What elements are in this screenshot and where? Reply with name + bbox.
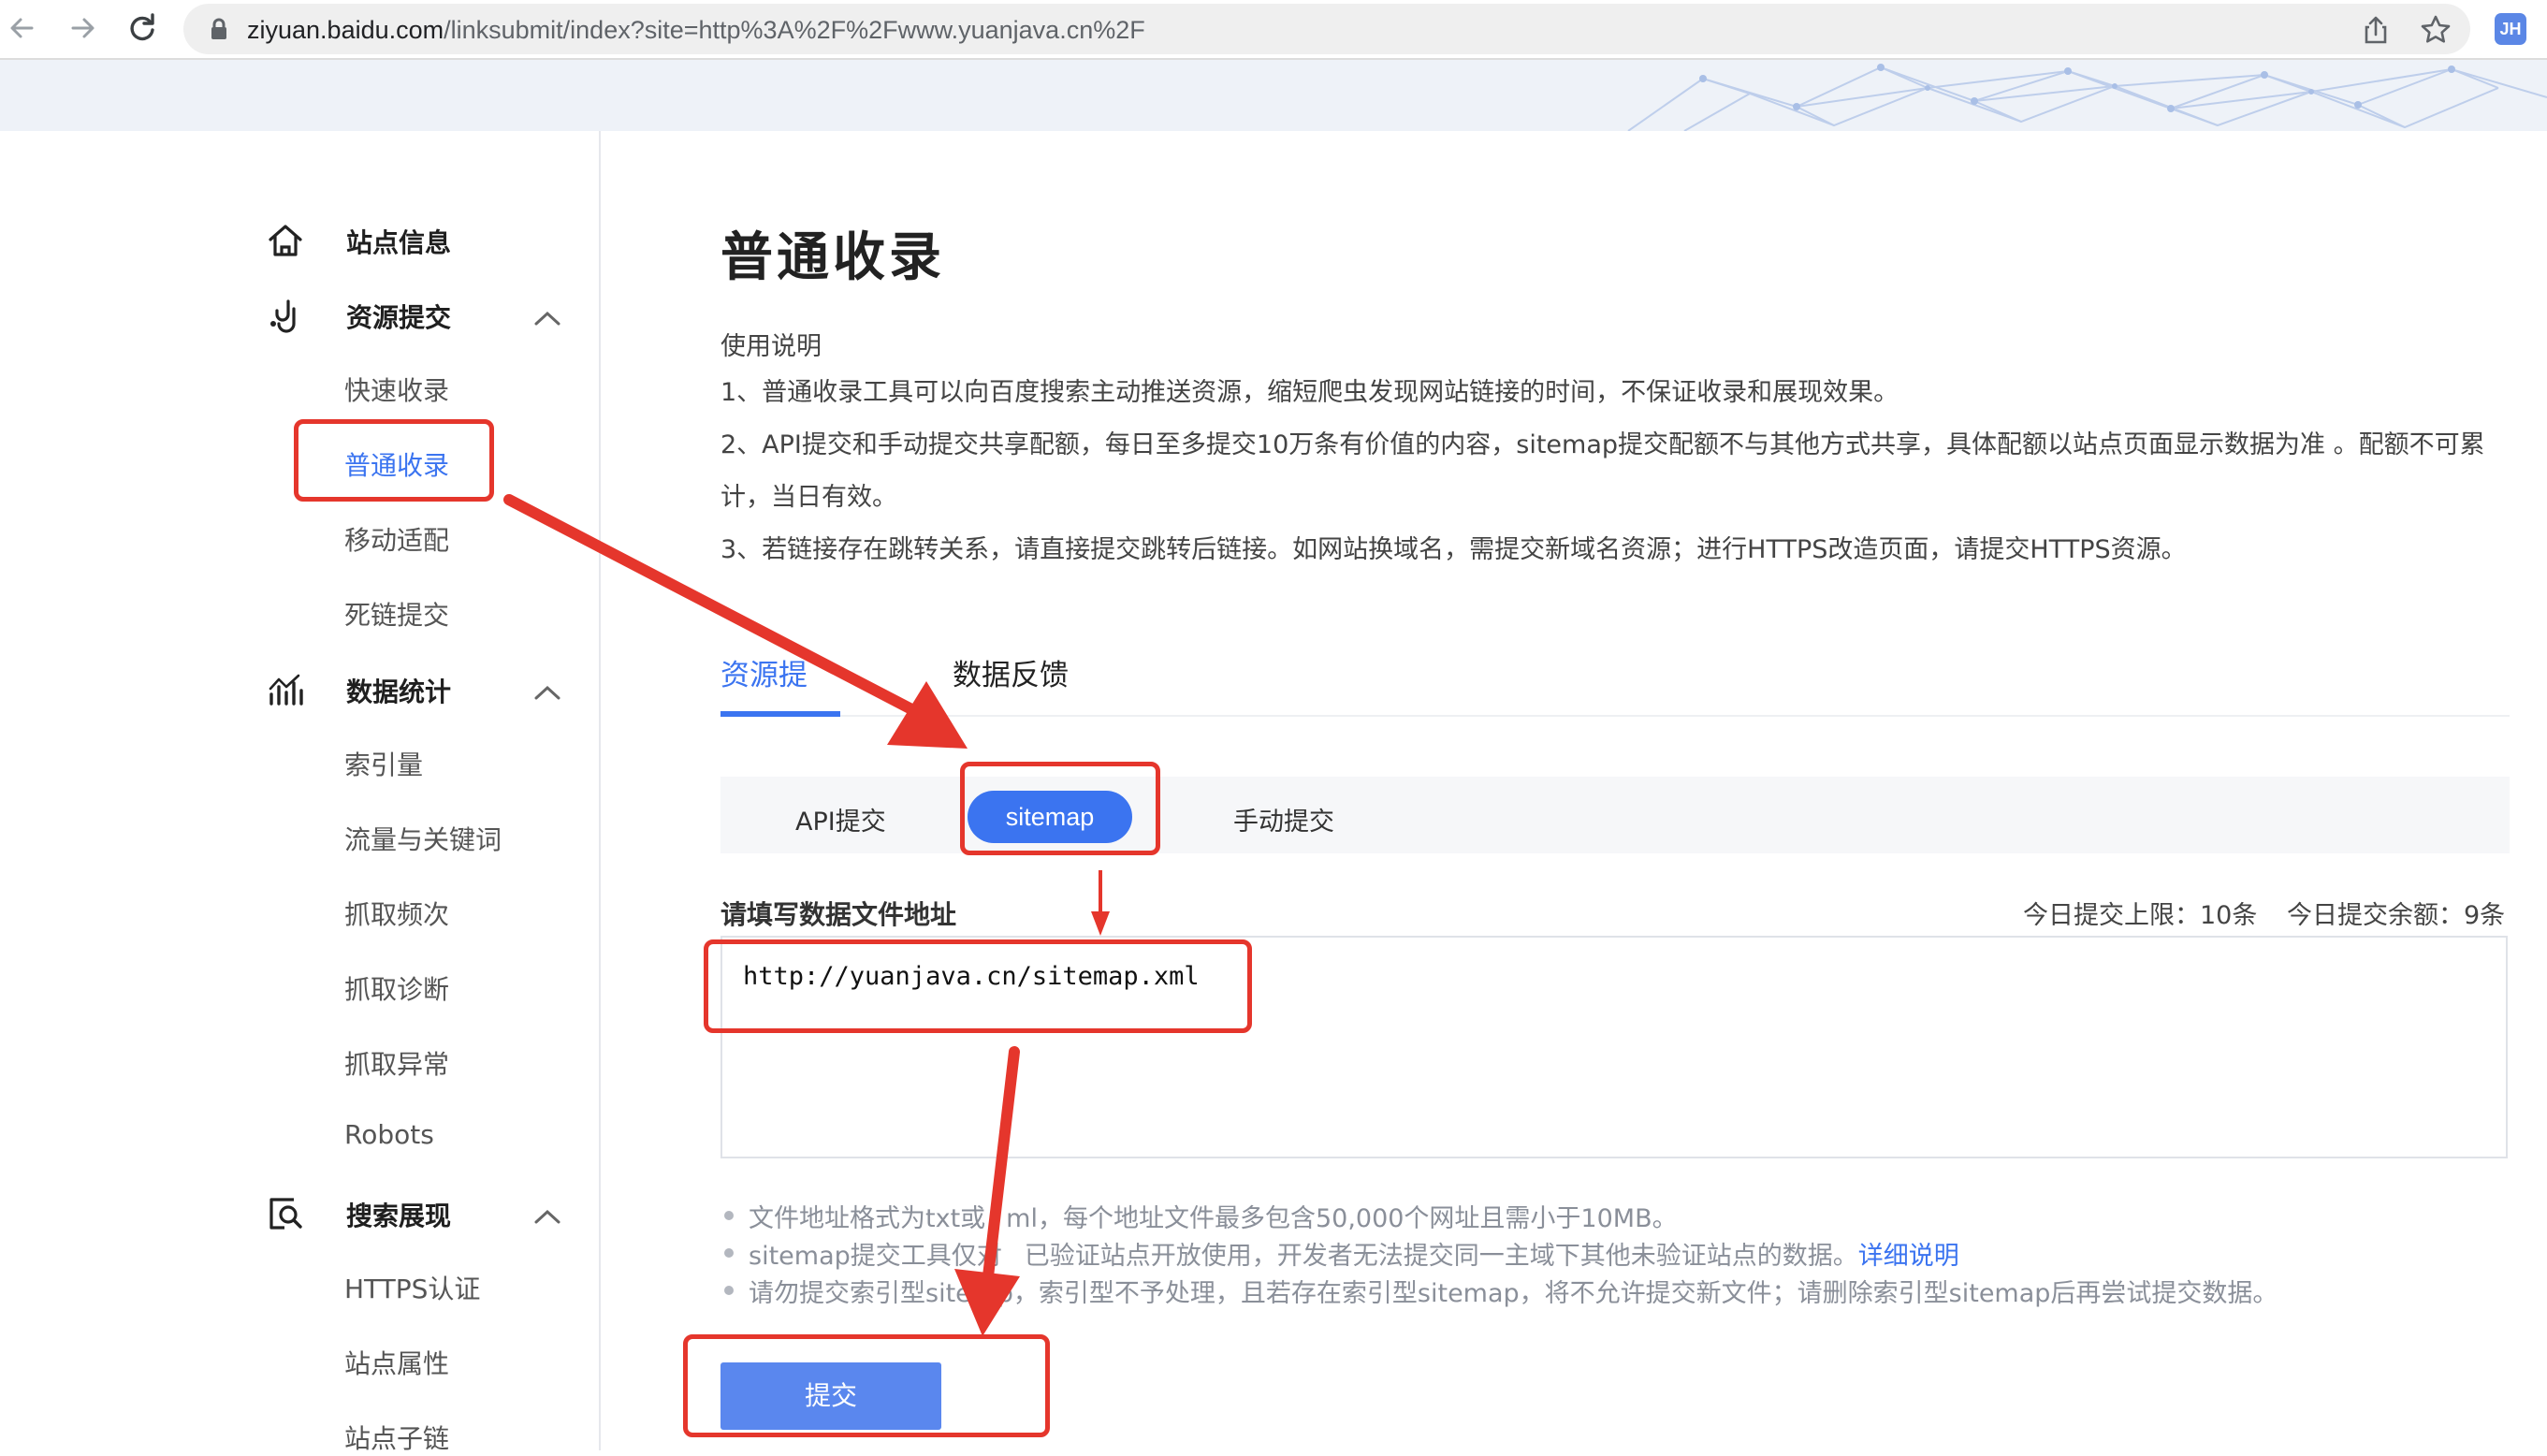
arrow-icon — [503, 494, 921, 717]
arrow-head-icon — [1091, 911, 1110, 936]
annotation-arrows — [503, 494, 1110, 1336]
arrow-head-icon — [954, 1269, 1020, 1336]
arrow-head-icon — [887, 681, 968, 749]
arrow-icon — [982, 1046, 1020, 1282]
